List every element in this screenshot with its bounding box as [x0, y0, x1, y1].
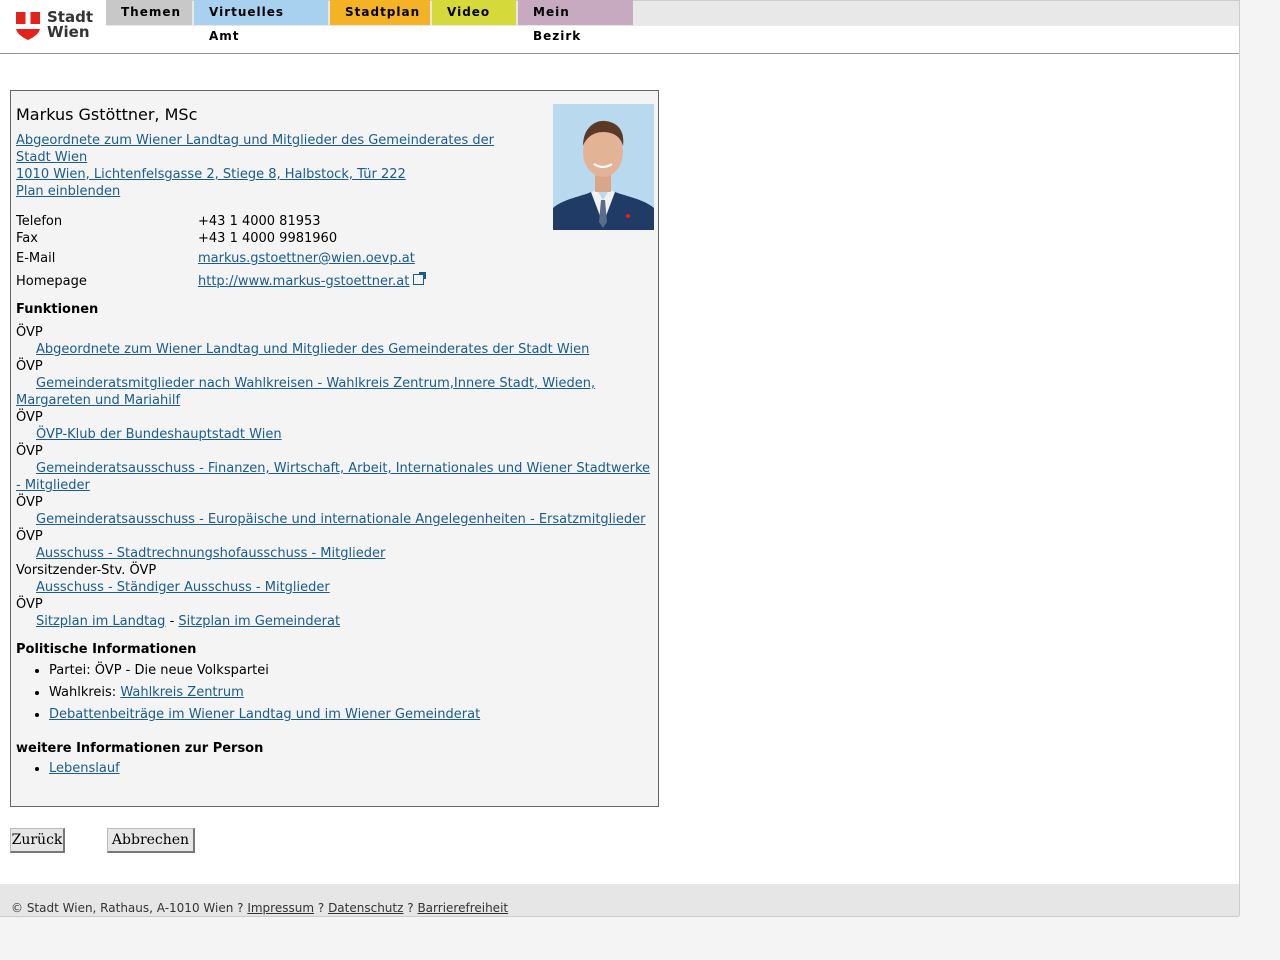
function-item: Gemeinderatsausschuss - Finanzen, Wirtsc… [16, 460, 656, 494]
function-link[interactable]: Ausschuss - Ständiger Ausschuss - Mitgli… [36, 580, 330, 595]
tab-video[interactable]: Video [432, 0, 516, 25]
contact-row-email: E-Mail markus.gstoettner@wien.oevp.at [16, 248, 616, 271]
footer-separator: ? [407, 901, 414, 915]
function-party: ÖVP [16, 597, 43, 612]
homepage-link[interactable]: http://www.markus-gstoettner.at [198, 274, 409, 289]
function-item: Abgeordnete zum Wiener Landtag und Mitgl… [16, 341, 656, 358]
seat-plan-gemeinderat-link[interactable]: Sitzplan im Gemeinderat [178, 614, 340, 629]
impressum-link[interactable]: Impressum [247, 901, 314, 915]
cancel-button[interactable]: Abbrechen [107, 828, 195, 853]
person-photo [553, 104, 654, 230]
contact-row-fax: Fax +43 1 4000 9981960 [16, 231, 616, 248]
contact-label: Telefon [16, 214, 63, 229]
tab-mein-bezirk[interactable]: Mein Bezirk [518, 0, 633, 43]
plan-link[interactable]: Plan einblenden [16, 184, 120, 199]
logo-text-line2: Wien [47, 23, 90, 41]
party-value: ÖVP - Die neue Volkspartei [94, 663, 269, 678]
tab-stadtplan[interactable]: Stadtplan [330, 0, 430, 25]
political-info-list: Partei: ÖVP - Die neue Volkspartei Wahlk… [16, 662, 646, 723]
site-footer: © Stadt Wien, Rathaus, A-1010 Wien ? Imp… [0, 884, 1239, 917]
district-label: Wahlkreis: [49, 685, 117, 700]
function-party: ÖVP [16, 529, 43, 544]
vienna-shield-icon [16, 12, 40, 40]
more-info-heading: weitere Informationen zur Person [16, 741, 264, 756]
function-link[interactable]: Gemeinderatsausschuss - Europäische und … [36, 512, 646, 527]
logo-text: Stadt Wien [47, 10, 93, 40]
stadt-wien-logo[interactable]: Stadt Wien [16, 10, 93, 42]
function-link[interactable]: Gemeinderatsmitglieder nach Wahlkreisen … [16, 376, 595, 408]
seat-plan-landtag-link[interactable]: Sitzplan im Landtag [36, 614, 165, 629]
contact-row-telefon: Telefon +43 1 4000 81953 [16, 214, 616, 231]
function-link[interactable]: Gemeinderatsausschuss - Finanzen, Wirtsc… [16, 461, 650, 493]
footer-separator: ? [317, 901, 325, 915]
person-card: Markus Gstöttner, MSc Abgeordnete zum Wi… [10, 90, 659, 807]
political-info-heading: Politische Informationen [16, 642, 197, 657]
contact-label: E-Mail [16, 251, 56, 266]
main-nav-tabs: Themen Virtuelles Amt Stadtplan Video Me… [106, 0, 635, 43]
functions-section: Funktionen ÖVP Abgeordnete zum Wiener La… [16, 301, 656, 630]
address-link[interactable]: 1010 Wien, Lichtenfelsgasse 2, Stiege 8,… [16, 167, 406, 182]
party-label: Partei: [49, 663, 91, 678]
function-party: ÖVP [16, 410, 43, 425]
datenschutz-link[interactable]: Datenschutz [328, 901, 403, 915]
role-link[interactable]: Abgeordnete zum Wiener Landtag und Mitgl… [16, 133, 494, 165]
contact-value: +43 1 4000 81953 [198, 214, 321, 229]
cv-item: Lebenslauf [49, 761, 646, 776]
function-party: ÖVP [16, 359, 43, 374]
political-info-section: Politische Informationen Partei: ÖVP - D… [16, 642, 646, 728]
debates-link[interactable]: Debattenbeiträge im Wiener Landtag und i… [49, 707, 480, 722]
more-info-list: Lebenslauf [16, 761, 646, 776]
district-item: Wahlkreis: Wahlkreis Zentrum [49, 684, 646, 701]
function-link[interactable]: ÖVP-Klub der Bundeshauptstadt Wien [36, 427, 282, 442]
seat-plan-links: Sitzplan im Landtag - Sitzplan im Gemein… [16, 613, 656, 630]
homepage-value: http://www.markus-gstoettner.at [198, 272, 427, 289]
function-party: ÖVP [16, 325, 43, 340]
function-item: Gemeinderatsmitglieder nach Wahlkreisen … [16, 375, 656, 409]
debates-item: Debattenbeiträge im Wiener Landtag und i… [49, 706, 646, 723]
function-link[interactable]: Abgeordnete zum Wiener Landtag und Mitgl… [36, 342, 589, 357]
function-item: Ausschuss - Ständiger Ausschuss - Mitgli… [16, 579, 656, 596]
more-info-section: weitere Informationen zur Person Lebensl… [16, 741, 646, 776]
function-party: ÖVP [16, 495, 43, 510]
footer-copyright: © Stadt Wien, Rathaus, A-1010 Wien ? [11, 901, 244, 915]
contact-value: +43 1 4000 9981960 [198, 231, 338, 246]
seat-plan-separator: - [169, 614, 175, 629]
contact-table: Telefon +43 1 4000 81953 Fax +43 1 4000 … [16, 214, 616, 294]
function-item: Gemeinderatsausschuss - Europäische und … [16, 511, 656, 528]
address-block: Abgeordnete zum Wiener Landtag und Mitgl… [16, 132, 506, 200]
external-link-icon [413, 272, 427, 285]
contact-row-homepage: Homepage http://www.markus-gstoettner.at [16, 271, 616, 294]
function-item: ÖVP-Klub der Bundeshauptstadt Wien [16, 426, 656, 443]
email-link[interactable]: markus.gstoettner@wien.oevp.at [198, 251, 415, 266]
person-name: Markus Gstöttner, MSc [16, 105, 198, 124]
functions-heading: Funktionen [16, 302, 99, 317]
contact-label: Fax [16, 231, 38, 246]
tab-themen[interactable]: Themen [106, 0, 192, 25]
cv-link[interactable]: Lebenslauf [49, 761, 120, 776]
barrierefreiheit-link[interactable]: Barrierefreiheit [417, 901, 508, 915]
contact-label: Homepage [16, 274, 87, 289]
function-item: Ausschuss - Stadtrechnungshofausschuss -… [16, 545, 656, 562]
page: Stadt Wien Themen Virtuelles Amt Stadtpl… [0, 0, 1240, 917]
district-link[interactable]: Wahlkreis Zentrum [120, 685, 243, 700]
footer-text: © Stadt Wien, Rathaus, A-1010 Wien ? Imp… [11, 901, 508, 915]
function-party: ÖVP [16, 444, 43, 459]
tab-virtuelles-amt[interactable]: Virtuelles Amt [194, 0, 328, 43]
party-item: Partei: ÖVP - Die neue Volkspartei [49, 662, 646, 679]
site-header: Stadt Wien Themen Virtuelles Amt Stadtpl… [0, 0, 1239, 54]
back-button[interactable]: Zurück [10, 828, 65, 853]
function-link[interactable]: Ausschuss - Stadtrechnungshofausschuss -… [36, 546, 385, 561]
function-party: Vorsitzender-Stv. ÖVP [16, 563, 157, 578]
portrait-image [553, 104, 654, 230]
